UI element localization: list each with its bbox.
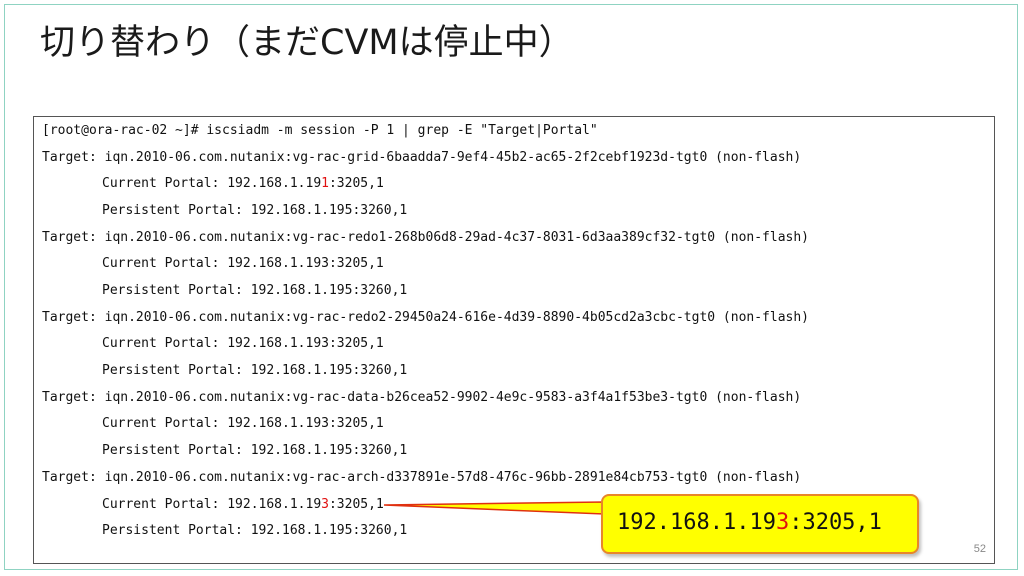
callout-suffix: :3205,1 xyxy=(789,510,882,535)
callout-highlight: 3 xyxy=(775,510,790,535)
current-portal-prefix: Current Portal: 192.168.1.19 xyxy=(102,176,322,191)
target-line: Target: iqn.2010-06.com.nutanix:vg-rac-r… xyxy=(42,230,810,245)
current-portal-line: Current Portal: 192.168.1.193:3205,1 xyxy=(102,336,384,351)
current-portal-prefix: Current Portal: 192.168.1.19 xyxy=(102,497,322,512)
current-portal-highlight: 1 xyxy=(321,176,329,191)
current-portal-suffix: :3205,1 xyxy=(328,497,384,512)
persistent-portal-line: Persistent Portal: 192.168.1.195:3260,1 xyxy=(102,523,408,538)
persistent-portal-line: Persistent Portal: 192.168.1.195:3260,1 xyxy=(102,363,408,378)
callout-prefix: 192.168.1.19 xyxy=(617,510,776,535)
current-portal-highlight: 3 xyxy=(321,497,329,512)
persistent-portal-line: Persistent Portal: 192.168.1.195:3260,1 xyxy=(102,283,408,298)
slide-title: 切り替わり（まだCVMは停止中） xyxy=(40,23,574,63)
target-line: Target: iqn.2010-06.com.nutanix:vg-rac-r… xyxy=(42,310,810,325)
current-portal-line: Current Portal: 192.168.1.193:3205,1 xyxy=(102,497,384,513)
target-line: Target: iqn.2010-06.com.nutanix:vg-rac-g… xyxy=(42,150,802,165)
current-portal-suffix: :3205,1 xyxy=(328,176,384,191)
current-portal-line: Current Portal: 192.168.1.193:3205,1 xyxy=(102,416,384,431)
persistent-portal-line: Persistent Portal: 192.168.1.195:3260,1 xyxy=(102,443,408,458)
callout-text: 192.168.1.193:3205,1 xyxy=(617,510,882,535)
current-portal-line: Current Portal: 192.168.1.191:3205,1 xyxy=(102,176,384,192)
command-line: [root@ora-rac-02 ~]# iscsiadm -m session… xyxy=(42,123,598,138)
callout-box: 192.168.1.193:3205,1 xyxy=(601,494,919,554)
persistent-portal-line: Persistent Portal: 192.168.1.195:3260,1 xyxy=(102,203,408,218)
target-line: Target: iqn.2010-06.com.nutanix:vg-rac-a… xyxy=(42,470,802,485)
target-line: Target: iqn.2010-06.com.nutanix:vg-rac-d… xyxy=(42,390,802,405)
current-portal-line: Current Portal: 192.168.1.193:3205,1 xyxy=(102,256,384,271)
page-number: 52 xyxy=(973,543,986,555)
